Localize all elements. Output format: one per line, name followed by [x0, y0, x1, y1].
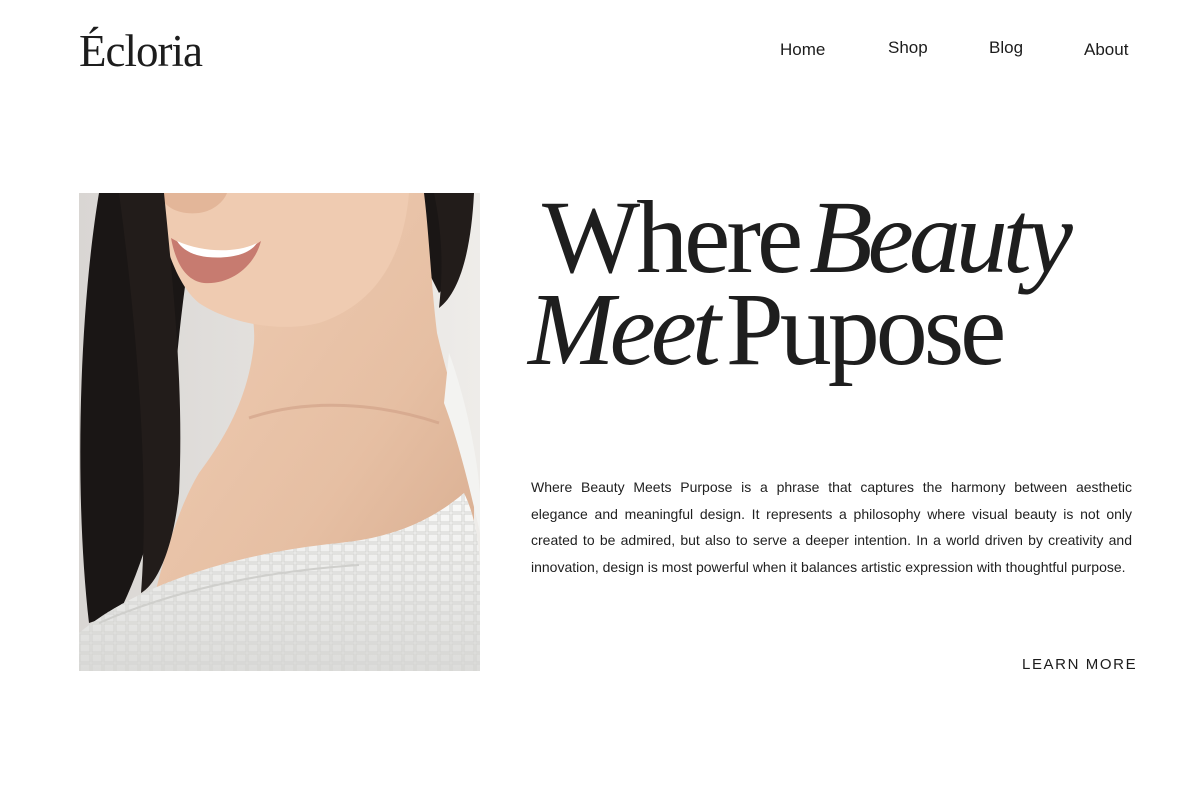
hero-headline: WhereBeauty MeetPupose: [528, 186, 1148, 401]
hero-portrait-image: [79, 193, 480, 671]
main-nav: Home Shop Blog About: [0, 36, 1200, 60]
nav-blog-link[interactable]: Blog: [989, 36, 1023, 60]
headline-line-2: MeetPupose: [528, 278, 1006, 382]
nav-shop-link[interactable]: Shop: [888, 36, 928, 60]
headline-word-meet: Meet: [528, 272, 721, 387]
nav-home-link[interactable]: Home: [780, 38, 825, 62]
learn-more-link[interactable]: LEARN MORE: [1022, 654, 1137, 676]
hero-description: Where Beauty Meets Purpose is a phrase t…: [531, 479, 1132, 575]
headline-word-pupose: Pupose: [725, 272, 1006, 387]
nav-about-link[interactable]: About: [1084, 38, 1128, 62]
